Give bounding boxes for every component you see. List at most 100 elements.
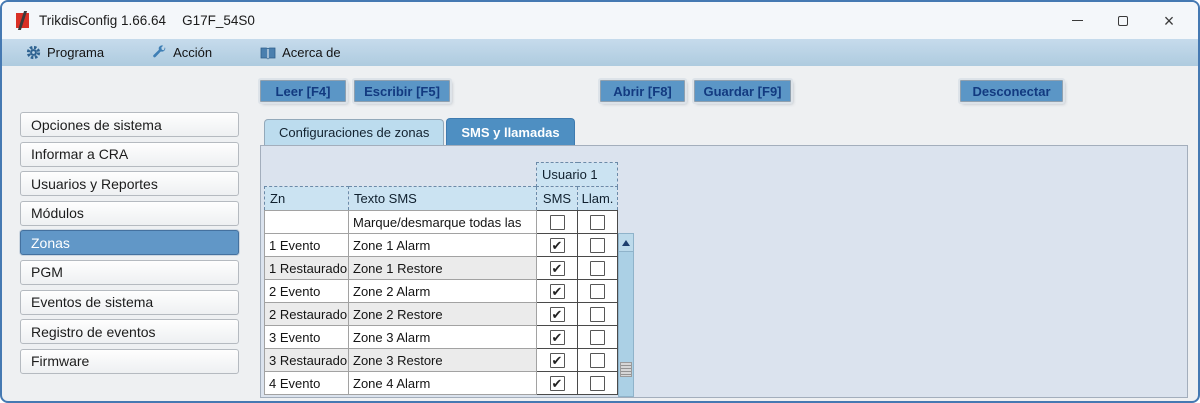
title-bar: TrikdisConfig 1.66.64 G17F_54S0 ×	[2, 2, 1198, 39]
zone-cell[interactable]	[265, 211, 349, 234]
group-header-row: Usuario 1	[265, 163, 618, 187]
sidebar-item[interactable]: PGM	[20, 260, 239, 285]
llam-checkbox-cell	[578, 372, 618, 395]
sms-checkbox-cell	[537, 303, 578, 326]
app-logo-icon	[16, 13, 29, 28]
tab-sms-y-llamadas[interactable]: SMS y llamadas	[446, 118, 574, 145]
table-row: 3 Evento Zone 3 Alarm	[265, 326, 618, 349]
window-title: TrikdisConfig 1.66.64	[39, 13, 166, 28]
llam-checkbox[interactable]	[590, 261, 605, 276]
write-button[interactable]: Escribir [F5]	[354, 80, 450, 102]
llam-checkbox[interactable]	[590, 330, 605, 345]
sidebar-item[interactable]: Opciones de sistema	[20, 112, 239, 137]
sms-checkbox[interactable]	[550, 238, 565, 253]
gear-icon	[26, 45, 41, 60]
scrollbar-up-button[interactable]	[619, 234, 633, 252]
sidebar-item-label: Registro de eventos	[31, 324, 156, 340]
sidebar-nav: Opciones de sistema Informar a CRA Usuar…	[20, 112, 239, 374]
zone-cell[interactable]: 2 Evento	[265, 280, 349, 303]
sidebar-item[interactable]: Informar a CRA	[20, 142, 239, 167]
group-header-usuario-1: Usuario 1	[537, 163, 618, 187]
llam-checkbox-cell	[578, 326, 618, 349]
zone-cell[interactable]: 2 Restaurado	[265, 303, 349, 326]
sidebar-item-label: PGM	[31, 264, 63, 280]
scrollbar-thumb[interactable]	[620, 362, 632, 377]
llam-checkbox[interactable]	[590, 284, 605, 299]
menu-item-programa[interactable]: Programa	[20, 39, 110, 66]
sms-checkbox[interactable]	[550, 330, 565, 345]
sms-text-cell[interactable]: Zone 1 Alarm	[349, 234, 537, 257]
sidebar-item-label: Usuarios y Reportes	[31, 176, 158, 192]
sidebar-item[interactable]: Firmware	[20, 349, 239, 374]
llam-checkbox[interactable]	[590, 238, 605, 253]
column-header-sms: SMS	[537, 187, 578, 211]
save-button[interactable]: Guardar [F9]	[694, 80, 791, 102]
sms-text-cell[interactable]: Zone 2 Restore	[349, 303, 537, 326]
maximize-icon	[1118, 16, 1128, 26]
llam-checkbox[interactable]	[590, 215, 605, 230]
sms-checkbox[interactable]	[550, 284, 565, 299]
minimize-button[interactable]	[1054, 2, 1100, 39]
llam-checkbox-cell	[578, 303, 618, 326]
menu-item-accion[interactable]: Acción	[146, 39, 218, 66]
llam-checkbox[interactable]	[590, 376, 605, 391]
zone-cell[interactable]: 3 Restaurado	[265, 349, 349, 372]
sidebar-item[interactable]: Eventos de sistema	[20, 290, 239, 315]
minimize-icon	[1072, 20, 1083, 22]
table-row: 1 Restaurado Zone 1 Restore	[265, 257, 618, 280]
sidebar-item[interactable]: Zonas	[20, 230, 239, 255]
llam-checkbox-cell	[578, 211, 618, 234]
tab-label: SMS y llamadas	[461, 125, 559, 140]
sidebar-item[interactable]: Registro de eventos	[20, 319, 239, 344]
sidebar-item-label: Zonas	[31, 235, 70, 251]
sms-checkbox[interactable]	[550, 261, 565, 276]
sms-checkbox-cell	[537, 234, 578, 257]
sms-checkbox-cell	[537, 280, 578, 303]
close-button[interactable]: ×	[1146, 2, 1192, 39]
sms-text-cell[interactable]: Marque/desmarque todas las	[349, 211, 537, 234]
zone-cell[interactable]: 4 Evento	[265, 372, 349, 395]
sms-checkbox[interactable]	[550, 307, 565, 322]
sms-checkbox[interactable]	[550, 215, 565, 230]
sms-text-cell[interactable]: Zone 1 Restore	[349, 257, 537, 280]
column-header-texto-sms: Texto SMS	[349, 187, 537, 211]
app-window: TrikdisConfig 1.66.64 G17F_54S0 × Progra…	[0, 0, 1200, 403]
sidebar-item-label: Eventos de sistema	[31, 294, 153, 310]
column-header-zn: Zn	[265, 187, 349, 211]
sms-text-cell[interactable]: Zone 3 Restore	[349, 349, 537, 372]
zones-table: Usuario 1 Zn Texto SMS SMS Llam. Marque/…	[264, 162, 618, 395]
menu-item-acerca-de[interactable]: Acerca de	[254, 39, 347, 66]
open-button[interactable]: Abrir [F8]	[600, 80, 685, 102]
disconnect-button[interactable]: Desconectar	[960, 80, 1063, 102]
sidebar-item-label: Opciones de sistema	[31, 117, 162, 133]
column-header-llam: Llam.	[578, 187, 618, 211]
sms-text-cell[interactable]: Zone 4 Alarm	[349, 372, 537, 395]
llam-checkbox[interactable]	[590, 307, 605, 322]
llam-checkbox[interactable]	[590, 353, 605, 368]
table-row: 4 Evento Zone 4 Alarm	[265, 372, 618, 395]
table-row: 3 Restaurado Zone 3 Restore	[265, 349, 618, 372]
maximize-button[interactable]	[1100, 2, 1146, 39]
window-controls: ×	[1054, 2, 1192, 39]
sidebar-item[interactable]: Módulos	[20, 201, 239, 226]
tab-strip: Configuraciones de zonas SMS y llamadas	[264, 118, 577, 145]
sidebar-item[interactable]: Usuarios y Reportes	[20, 171, 239, 196]
tab-label: Configuraciones de zonas	[279, 125, 429, 140]
window-title-device: G17F_54S0	[182, 13, 255, 28]
read-button[interactable]: Leer [F4]	[260, 80, 346, 102]
table-scrollbar[interactable]	[618, 233, 634, 397]
zone-cell[interactable]: 1 Restaurado	[265, 257, 349, 280]
sidebar-item-label: Módulos	[31, 205, 84, 221]
sms-checkbox-cell	[537, 257, 578, 280]
tab-configuraciones-de-zonas[interactable]: Configuraciones de zonas	[264, 119, 444, 145]
llam-checkbox-cell	[578, 257, 618, 280]
zone-cell[interactable]: 3 Evento	[265, 326, 349, 349]
sms-checkbox[interactable]	[550, 353, 565, 368]
sms-text-cell[interactable]: Zone 2 Alarm	[349, 280, 537, 303]
sms-checkbox[interactable]	[550, 376, 565, 391]
column-header-row: Zn Texto SMS SMS Llam.	[265, 187, 618, 211]
sms-checkbox-cell	[537, 326, 578, 349]
zone-cell[interactable]: 1 Evento	[265, 234, 349, 257]
sms-text-cell[interactable]: Zone 3 Alarm	[349, 326, 537, 349]
menu-item-label: Programa	[47, 45, 104, 60]
